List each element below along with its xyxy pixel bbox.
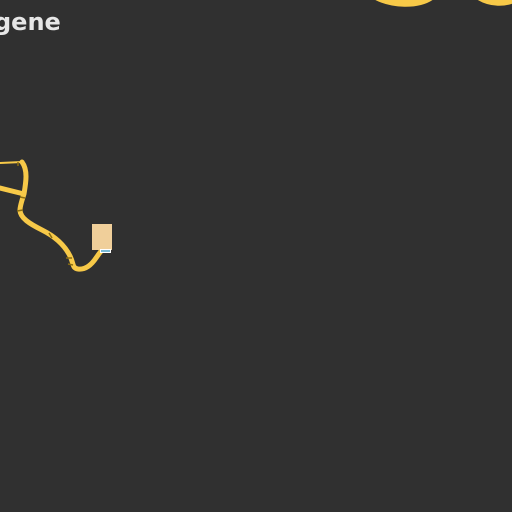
road-segment-top-right bbox=[375, 0, 433, 7]
winding-road bbox=[0, 159, 107, 272]
map-canvas[interactable]: gene bbox=[0, 0, 512, 512]
road-layer bbox=[0, 0, 512, 272]
location-marker-icon bbox=[92, 224, 112, 253]
road-segment-top-right-2 bbox=[477, 0, 512, 6]
